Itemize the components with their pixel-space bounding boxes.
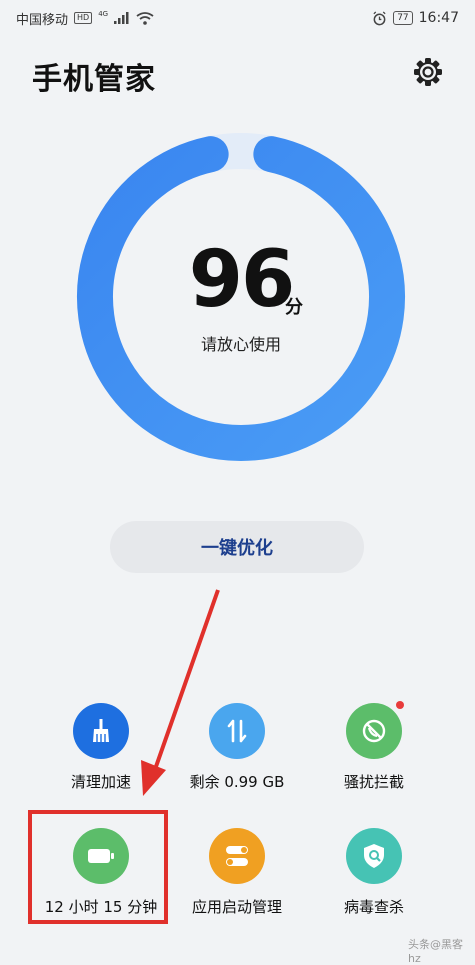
- toggle-switch-icon: [226, 846, 248, 866]
- shield-search-icon: [364, 844, 384, 868]
- hd-badge: HD: [74, 12, 93, 24]
- blocked-call-icon: [362, 719, 386, 743]
- gear-icon[interactable]: [412, 56, 444, 88]
- tool-label: 骚扰拦截: [343, 773, 404, 791]
- score-unit: 分: [285, 297, 303, 318]
- status-right: 77 16:47: [372, 10, 459, 26]
- alarm-icon: [373, 10, 386, 25]
- network-type: 4G: [98, 9, 109, 18]
- status-left: 中国移动 HD 4G: [16, 9, 154, 28]
- tool-storage[interactable]: 剩余 0.99 GB: [162, 703, 312, 792]
- broom-icon: [93, 719, 109, 742]
- tool-icon-circle: [209, 703, 265, 759]
- tool-icon-circle: [73, 703, 129, 759]
- status-bar: 中国移动 HD 4G 77 16:47: [0, 0, 475, 36]
- tool-harassment-block[interactable]: 骚扰拦截: [299, 701, 449, 792]
- tool-app-launch[interactable]: 应用启动管理: [162, 828, 312, 917]
- clock: 16:47: [418, 10, 459, 26]
- notification-dot: [396, 701, 404, 709]
- tool-label: 病毒查杀: [343, 898, 404, 916]
- score-ring: 96 分 请放心使用: [69, 125, 413, 469]
- signal-icon: [114, 12, 129, 24]
- carrier-label: 中国移动: [16, 12, 69, 28]
- battery-level: 77: [393, 11, 413, 25]
- tool-icon-circle: [209, 828, 265, 884]
- annotation-highlight-box: [28, 810, 168, 924]
- page-title: 手机管家: [32, 62, 156, 97]
- tool-virus-scan[interactable]: 病毒查杀: [299, 828, 449, 917]
- score-value: 96: [188, 235, 296, 325]
- transfer-arrows-icon: [227, 719, 247, 743]
- tool-label: 清理加速: [70, 773, 131, 791]
- tool-clean-speedup[interactable]: 清理加速: [26, 703, 176, 792]
- wifi-icon: [136, 11, 154, 25]
- score-caption: 请放心使用: [200, 335, 281, 354]
- tool-label: 应用启动管理: [191, 898, 282, 916]
- tool-label: 剩余 0.99 GB: [189, 773, 285, 791]
- optimize-button[interactable]: 一键优化: [110, 521, 364, 573]
- tool-icon-circle: [346, 828, 402, 884]
- watermark: 头条@黑客hz: [408, 938, 463, 965]
- tool-icon-circle: [346, 701, 404, 759]
